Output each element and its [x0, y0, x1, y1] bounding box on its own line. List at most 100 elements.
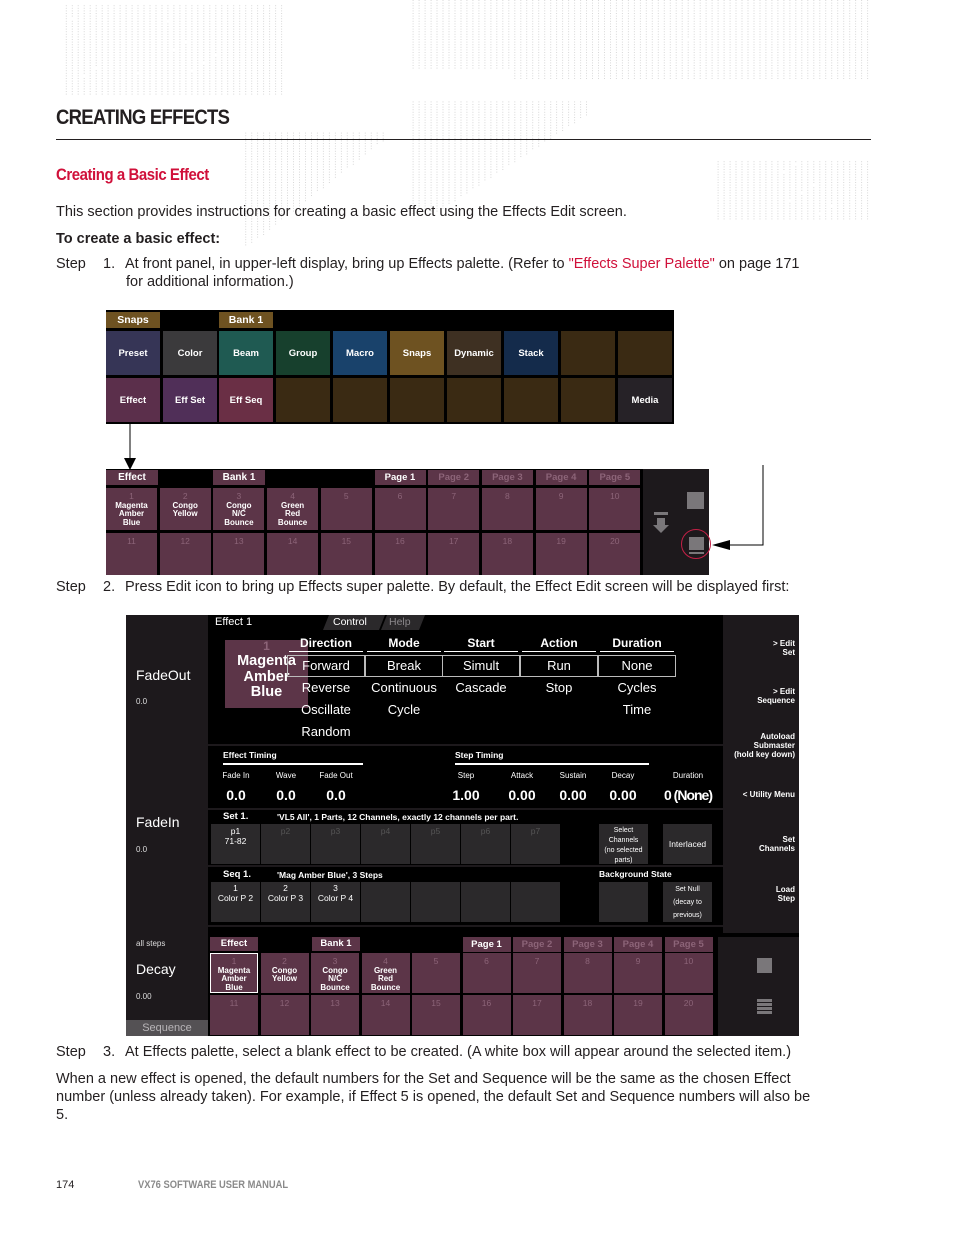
page-tab-1[interactable]: Page 1 [462, 937, 511, 952]
sequence-step-7[interactable] [511, 882, 560, 922]
palette-button-effect[interactable]: Effect [106, 378, 160, 422]
palette-button-empty[interactable] [276, 378, 330, 422]
effect-cell-20[interactable]: 20 [589, 533, 641, 575]
list-icon[interactable] [757, 999, 772, 1002]
select-channels-button[interactable]: Select Channels (no selected parts) [599, 824, 648, 864]
effect-cell-10[interactable]: 10 [664, 953, 713, 993]
set-null-button[interactable]: Set Null (decay to previous) [663, 882, 712, 922]
page-tab-5[interactable]: Page 5 [664, 937, 713, 952]
option-break-selected[interactable]: Break [365, 655, 443, 677]
set-part-p6[interactable]: p6 [461, 824, 510, 864]
palette-button-macro[interactable]: Macro [333, 331, 387, 375]
option-cascade[interactable]: Cascade [442, 680, 520, 695]
step-timing-value-duration[interactable]: 0 (None) [658, 787, 718, 803]
square-icon[interactable] [757, 958, 772, 973]
effect-cell-19[interactable]: 19 [614, 995, 662, 1035]
palette-button-snaps[interactable]: Snaps [390, 331, 444, 375]
palette-button-empty[interactable] [504, 378, 558, 422]
sequence-step-2[interactable]: 2 Color P 3 [261, 882, 310, 922]
softkey-edit-set[interactable]: > Edit Set [773, 639, 795, 657]
page-tab-3[interactable]: Page 3 [563, 937, 612, 952]
timing-value-wave[interactable]: 0.0 [261, 787, 311, 803]
option-continuous[interactable]: Continuous [365, 680, 443, 695]
page-tab-2[interactable]: Page 2 [513, 937, 561, 952]
tab-help[interactable]: Help [389, 616, 411, 628]
palette-button-media[interactable]: Media [618, 378, 672, 422]
palette-button-empty[interactable] [447, 378, 501, 422]
option-random[interactable]: Random [287, 724, 365, 739]
effect-cell-16[interactable]: 16 [462, 995, 511, 1035]
effect-cell-4[interactable]: 4 Green Red Bounce [361, 953, 410, 993]
option-stop[interactable]: Stop [520, 680, 598, 695]
option-none-selected[interactable]: None [598, 655, 676, 677]
set-part-p1[interactable]: p1 71-82 [211, 824, 260, 864]
set-part-p3[interactable]: p3 [311, 824, 360, 864]
palette-button-empty[interactable] [618, 331, 672, 375]
effect-cell-3[interactable]: 3 Congo N/C Bounce [213, 488, 265, 530]
timing-value-fade-out[interactable]: 0.0 [311, 787, 361, 803]
effect-cell-8[interactable]: 8 [481, 488, 533, 530]
page-tab-4[interactable]: Page 4 [535, 470, 587, 485]
effect-cell-15[interactable]: 15 [320, 533, 372, 575]
option-reverse[interactable]: Reverse [287, 680, 365, 695]
effect-cell-9[interactable]: 9 [535, 488, 587, 530]
effect-cell-19[interactable]: 19 [535, 533, 587, 575]
option-time[interactable]: Time [598, 702, 676, 717]
square-icon[interactable] [687, 492, 704, 509]
sequence-step-6[interactable] [461, 882, 510, 922]
palette-button-preset[interactable]: Preset [106, 331, 160, 375]
effect-cell-12[interactable]: 12 [159, 533, 211, 575]
effect-cell-16[interactable]: 16 [374, 533, 426, 575]
set-part-p5[interactable]: p5 [411, 824, 460, 864]
effect-cell-13[interactable]: 13 [311, 995, 359, 1035]
page-tab-2[interactable]: Page 2 [428, 470, 480, 485]
effect-cell-7[interactable]: 7 [513, 953, 561, 993]
effect-cell-11[interactable]: 11 [210, 995, 258, 1035]
effect-cell-14[interactable]: 14 [267, 533, 319, 575]
palette-button-empty[interactable] [333, 378, 387, 422]
step-timing-value-step[interactable]: 1.00 [436, 787, 496, 803]
effect-cell-6[interactable]: 6 [462, 953, 511, 993]
option-forward-selected[interactable]: Forward [287, 655, 365, 677]
effect-cell-6[interactable]: 6 [374, 488, 426, 530]
effect-cell-5[interactable]: 5 [320, 488, 372, 530]
palette-button-empty[interactable] [561, 378, 615, 422]
page-tab-5[interactable]: Page 5 [589, 470, 641, 485]
effect-cell-14[interactable]: 14 [361, 995, 410, 1035]
background-state-cell[interactable] [599, 882, 648, 922]
palette-button-eff-seq[interactable]: Eff Seq [219, 378, 273, 422]
effect-cell-8[interactable]: 8 [563, 953, 612, 993]
effect-cell-9[interactable]: 9 [614, 953, 662, 993]
palette-button-empty[interactable] [561, 331, 615, 375]
effect-cell-1[interactable]: 1 Magenta Amber Blue [106, 488, 157, 530]
page-tab-3[interactable]: Page 3 [481, 470, 533, 485]
palette-button-dynamic[interactable]: Dynamic [447, 331, 501, 375]
load-arrow-icon[interactable] [652, 512, 670, 534]
page-tab-4[interactable]: Page 4 [614, 937, 662, 952]
softkey-load-step[interactable]: Load Step [776, 885, 795, 903]
effect-cell-11[interactable]: 11 [106, 533, 157, 575]
effect-cell-20[interactable]: 20 [664, 995, 713, 1035]
effect-cell-12[interactable]: 12 [260, 995, 309, 1035]
effect-cell-2[interactable]: 2 Congo Yellow [159, 488, 211, 530]
timing-value-fade-in[interactable]: 0.0 [211, 787, 261, 803]
palette-button-empty[interactable] [390, 378, 444, 422]
interlaced-button[interactable]: Interlaced [663, 824, 712, 864]
palette-button-eff-set[interactable]: Eff Set [163, 378, 217, 422]
option-run-selected[interactable]: Run [520, 655, 598, 677]
option-cycle[interactable]: Cycle [365, 702, 443, 717]
effect-cell-2[interactable]: 2 Congo Yellow [260, 953, 309, 993]
sequence-button[interactable]: Sequence [126, 1020, 208, 1036]
option-oscillate[interactable]: Oscillate [287, 702, 365, 717]
effect-cell-7[interactable]: 7 [428, 488, 480, 530]
set-part-p2[interactable]: p2 [261, 824, 310, 864]
softkey-edit-sequence[interactable]: > Edit Sequence [757, 687, 795, 705]
page-tab-1[interactable]: Page 1 [374, 470, 426, 485]
effect-cell-1[interactable]: 1 Magenta Amber Blue [210, 953, 258, 993]
effect-cell-5[interactable]: 5 [412, 953, 460, 993]
palette-button-group[interactable]: Group [276, 331, 330, 375]
step-timing-value-decay[interactable]: 0.00 [593, 787, 653, 803]
effect-cell-18[interactable]: 18 [563, 995, 612, 1035]
effect-cell-4[interactable]: 4 Green Red Bounce [267, 488, 319, 530]
effect-cell-15[interactable]: 15 [412, 995, 460, 1035]
